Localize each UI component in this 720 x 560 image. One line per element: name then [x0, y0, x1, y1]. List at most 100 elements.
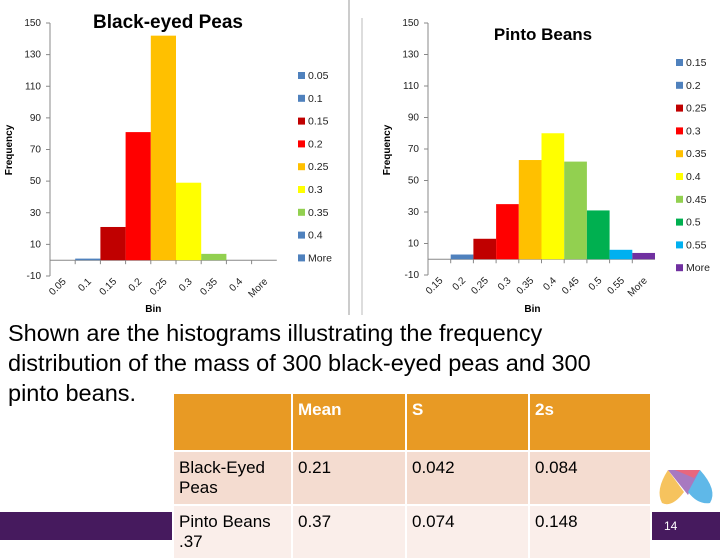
legend-label: 0.45 — [686, 194, 707, 206]
legend-swatch — [676, 81, 683, 89]
bar — [75, 258, 101, 261]
legend-swatch — [676, 173, 683, 180]
x-tick-label: 0.2 — [451, 275, 469, 293]
legend-swatch — [676, 218, 683, 226]
bar — [518, 160, 542, 260]
legend-swatch — [676, 127, 683, 135]
table-cell: 0.074 — [405, 504, 530, 560]
legend-label: 0.3 — [686, 125, 701, 137]
bar — [609, 249, 633, 260]
y-tick-label: 90 — [408, 113, 420, 124]
bar — [564, 161, 587, 260]
legend-swatch — [298, 94, 305, 102]
legend-label: 0.35 — [686, 148, 707, 160]
legend-swatch — [676, 241, 683, 249]
header-cell: 2s — [528, 392, 652, 452]
legend-swatch — [676, 264, 683, 272]
y-tick-label: 130 — [24, 50, 41, 61]
x-tick-label: 0.15 — [424, 275, 446, 297]
legend-swatch — [676, 59, 683, 66]
bar — [176, 182, 202, 261]
y-tick-label: 10 — [408, 239, 420, 250]
bar — [201, 253, 227, 261]
table-cell: 0.042 — [405, 450, 530, 506]
legend-swatch — [298, 231, 305, 239]
table-row: Pinto Beans .37 0.37 0.074 0.148 — [172, 504, 652, 560]
y-tick-label: 150 — [402, 18, 419, 29]
y-tick-label: 70 — [30, 145, 42, 156]
legend-label: 0.35 — [308, 207, 329, 219]
legend-label: 0.15 — [686, 57, 707, 69]
x-axis-label: Bin — [145, 304, 161, 315]
bar — [541, 133, 565, 260]
x-tick-label: 0.15 — [98, 276, 120, 298]
chart-title: Black-eyed Peas — [93, 12, 243, 33]
bar — [586, 210, 610, 260]
y-axis-label: Frequency — [382, 124, 393, 175]
table-cell: Black-Eyed Peas — [172, 450, 293, 506]
legend-swatch — [298, 254, 305, 262]
legend-swatch — [298, 186, 305, 193]
x-tick-label: More — [626, 275, 650, 299]
histogram-charts: Black-eyed Peas 150 130 110 90 70 50 30 10 -10 0.0… — [4, 0, 710, 315]
x-tick-label: 0.4 — [228, 276, 246, 294]
y-tick-label: 50 — [408, 176, 420, 187]
table-cell: Pinto Beans .37 — [172, 504, 293, 560]
legend-swatch — [676, 150, 683, 158]
x-tick-label: 0.45 — [560, 275, 582, 297]
x-tick-label: 0.35 — [198, 276, 220, 298]
table-cell: 0.148 — [528, 504, 652, 560]
legend-label: 0.55 — [686, 239, 707, 251]
legend-swatch — [676, 195, 683, 203]
chart-title: Pinto Beans — [494, 25, 592, 44]
legend-swatch — [298, 208, 305, 216]
x-tick-label: 0.5 — [587, 275, 605, 293]
x-tick-label: 0.25 — [469, 275, 491, 297]
bar — [100, 226, 126, 261]
y-tick-label: 70 — [408, 144, 420, 155]
table-cell: 0.084 — [528, 450, 652, 506]
legend-label: 0.2 — [686, 80, 701, 92]
x-tick-label: 0.3 — [177, 276, 195, 294]
x-tick-label: 0.4 — [541, 275, 559, 293]
legend-label: 0.1 — [308, 93, 323, 105]
y-tick-label: 110 — [403, 81, 419, 92]
legend-swatch — [298, 117, 305, 125]
y-tick-label: -10 — [405, 270, 420, 281]
table-cell: 0.37 — [291, 504, 407, 560]
x-tick-label: 0.05 — [47, 276, 69, 298]
table-header-row: Mean S 2s — [172, 392, 652, 452]
table-row: Black-Eyed Peas 0.21 0.042 0.084 — [172, 450, 652, 506]
x-tick-label: More — [246, 276, 270, 300]
legend-label: 0.05 — [308, 70, 329, 82]
bar — [450, 254, 474, 260]
header-cell: S — [405, 392, 530, 452]
bar — [632, 252, 655, 260]
legend-label: More — [308, 252, 332, 264]
x-tick-label: 0.2 — [127, 276, 145, 294]
header-cell: Mean — [291, 392, 407, 452]
y-tick-label: 30 — [30, 208, 42, 219]
legend-swatch — [298, 72, 305, 79]
legend-label: 0.25 — [308, 161, 329, 173]
y-tick-label: 130 — [402, 50, 419, 61]
legend-label: 0.4 — [686, 171, 701, 183]
bar — [473, 238, 497, 260]
y-axis-label: Frequency — [4, 124, 15, 175]
y-tick-label: 150 — [24, 18, 41, 29]
legend-label: 0.4 — [308, 230, 323, 242]
bar — [125, 132, 151, 261]
legend-label: 0.25 — [686, 103, 707, 115]
legend-label: 0.5 — [686, 217, 701, 229]
y-tick-label: 50 — [30, 176, 42, 187]
legend-label: 0.15 — [308, 116, 329, 128]
page-number: 14 — [664, 519, 678, 533]
y-tick-label: -10 — [27, 271, 42, 282]
x-tick-label: 0.1 — [76, 276, 94, 294]
stats-table: Mean S 2s Black-Eyed Peas 0.21 0.042 0.0… — [172, 392, 652, 560]
legend-swatch — [676, 104, 683, 112]
bar — [150, 35, 176, 261]
legend-label: 0.2 — [308, 138, 323, 150]
x-tick-label: 0.35 — [515, 275, 537, 297]
y-tick-label: 110 — [25, 81, 41, 92]
